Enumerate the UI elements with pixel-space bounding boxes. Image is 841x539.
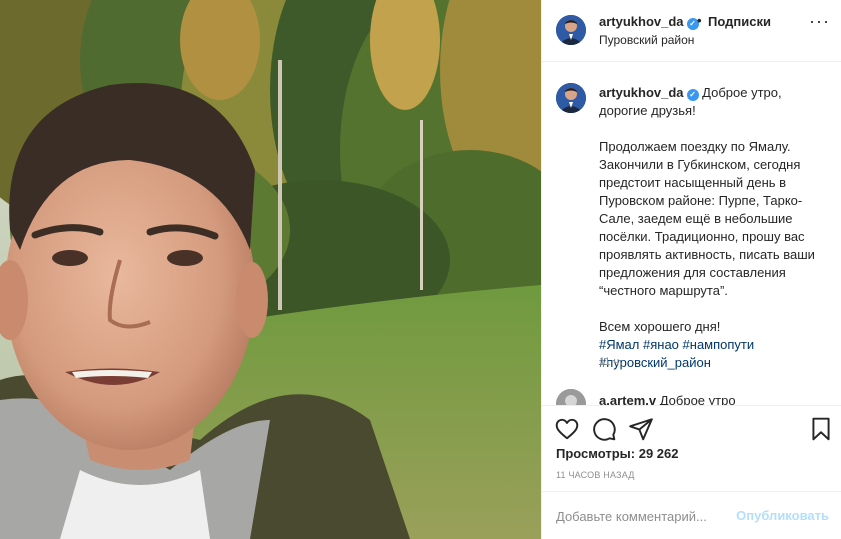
bookmark-icon[interactable] (808, 416, 834, 442)
hashtags: #Ямал #янао #нампопути #пуровский_район (599, 336, 829, 372)
post-caption: artyukhov_da ✓ Доброе утро, дорогие друзь… (599, 84, 829, 372)
comment-input[interactable] (556, 506, 736, 526)
comment-text: a.artem.v Доброе утро (599, 393, 736, 405)
views-label: Просмотры: (556, 446, 636, 461)
post-details-panel: artyukhov_da ✓ • Подписки Пуровский район… (541, 0, 841, 539)
commenter-avatar[interactable] (556, 389, 586, 405)
caption-closing: Всем хорошего дня! (599, 319, 721, 334)
author-username[interactable]: artyukhov_da ✓ (599, 14, 699, 30)
separator-dot: • (697, 13, 702, 28)
post-header: artyukhov_da ✓ • Подписки Пуровский район… (542, 0, 841, 62)
video-frame (0, 0, 541, 539)
heart-icon[interactable] (554, 416, 580, 442)
hashtag-link[interactable]: #Ямал (599, 337, 639, 352)
following-button[interactable]: Подписки (708, 14, 771, 29)
post-timestamp[interactable]: 11 часов назад (556, 470, 635, 480)
views-count[interactable]: Просмотры: 29 262 (556, 446, 678, 461)
commenter-username[interactable]: a.artem.v (599, 393, 656, 405)
add-comment-bar: Опубликовать (542, 491, 841, 539)
caption-author-avatar[interactable] (556, 83, 586, 113)
share-icon[interactable] (628, 416, 654, 442)
comment-icon[interactable] (591, 416, 617, 442)
verified-badge-icon: ✓ (686, 89, 699, 101)
hashtag-link[interactable]: #нампопути (683, 337, 755, 352)
caption-body: Продолжаем поездку по Ямалу. Закончили в… (599, 139, 815, 298)
post-comment-button[interactable]: Опубликовать (736, 508, 829, 523)
views-value: 29 262 (638, 446, 679, 461)
post-location[interactable]: Пуровский район (599, 33, 694, 47)
caption-time[interactable]: 11 ч. (599, 356, 622, 368)
more-options-icon[interactable]: ··· (809, 12, 830, 30)
caption-username[interactable]: artyukhov_da (599, 85, 684, 100)
comment-body: Доброе утро (659, 393, 736, 405)
hashtag-link[interactable]: #янао (643, 337, 679, 352)
action-bar (542, 405, 841, 451)
author-username-text[interactable]: artyukhov_da (599, 14, 684, 29)
comments-area[interactable]: artyukhov_da ✓ Доброе утро, дорогие друзь… (542, 62, 841, 405)
post-video[interactable] (0, 0, 541, 539)
author-avatar[interactable] (556, 15, 586, 45)
